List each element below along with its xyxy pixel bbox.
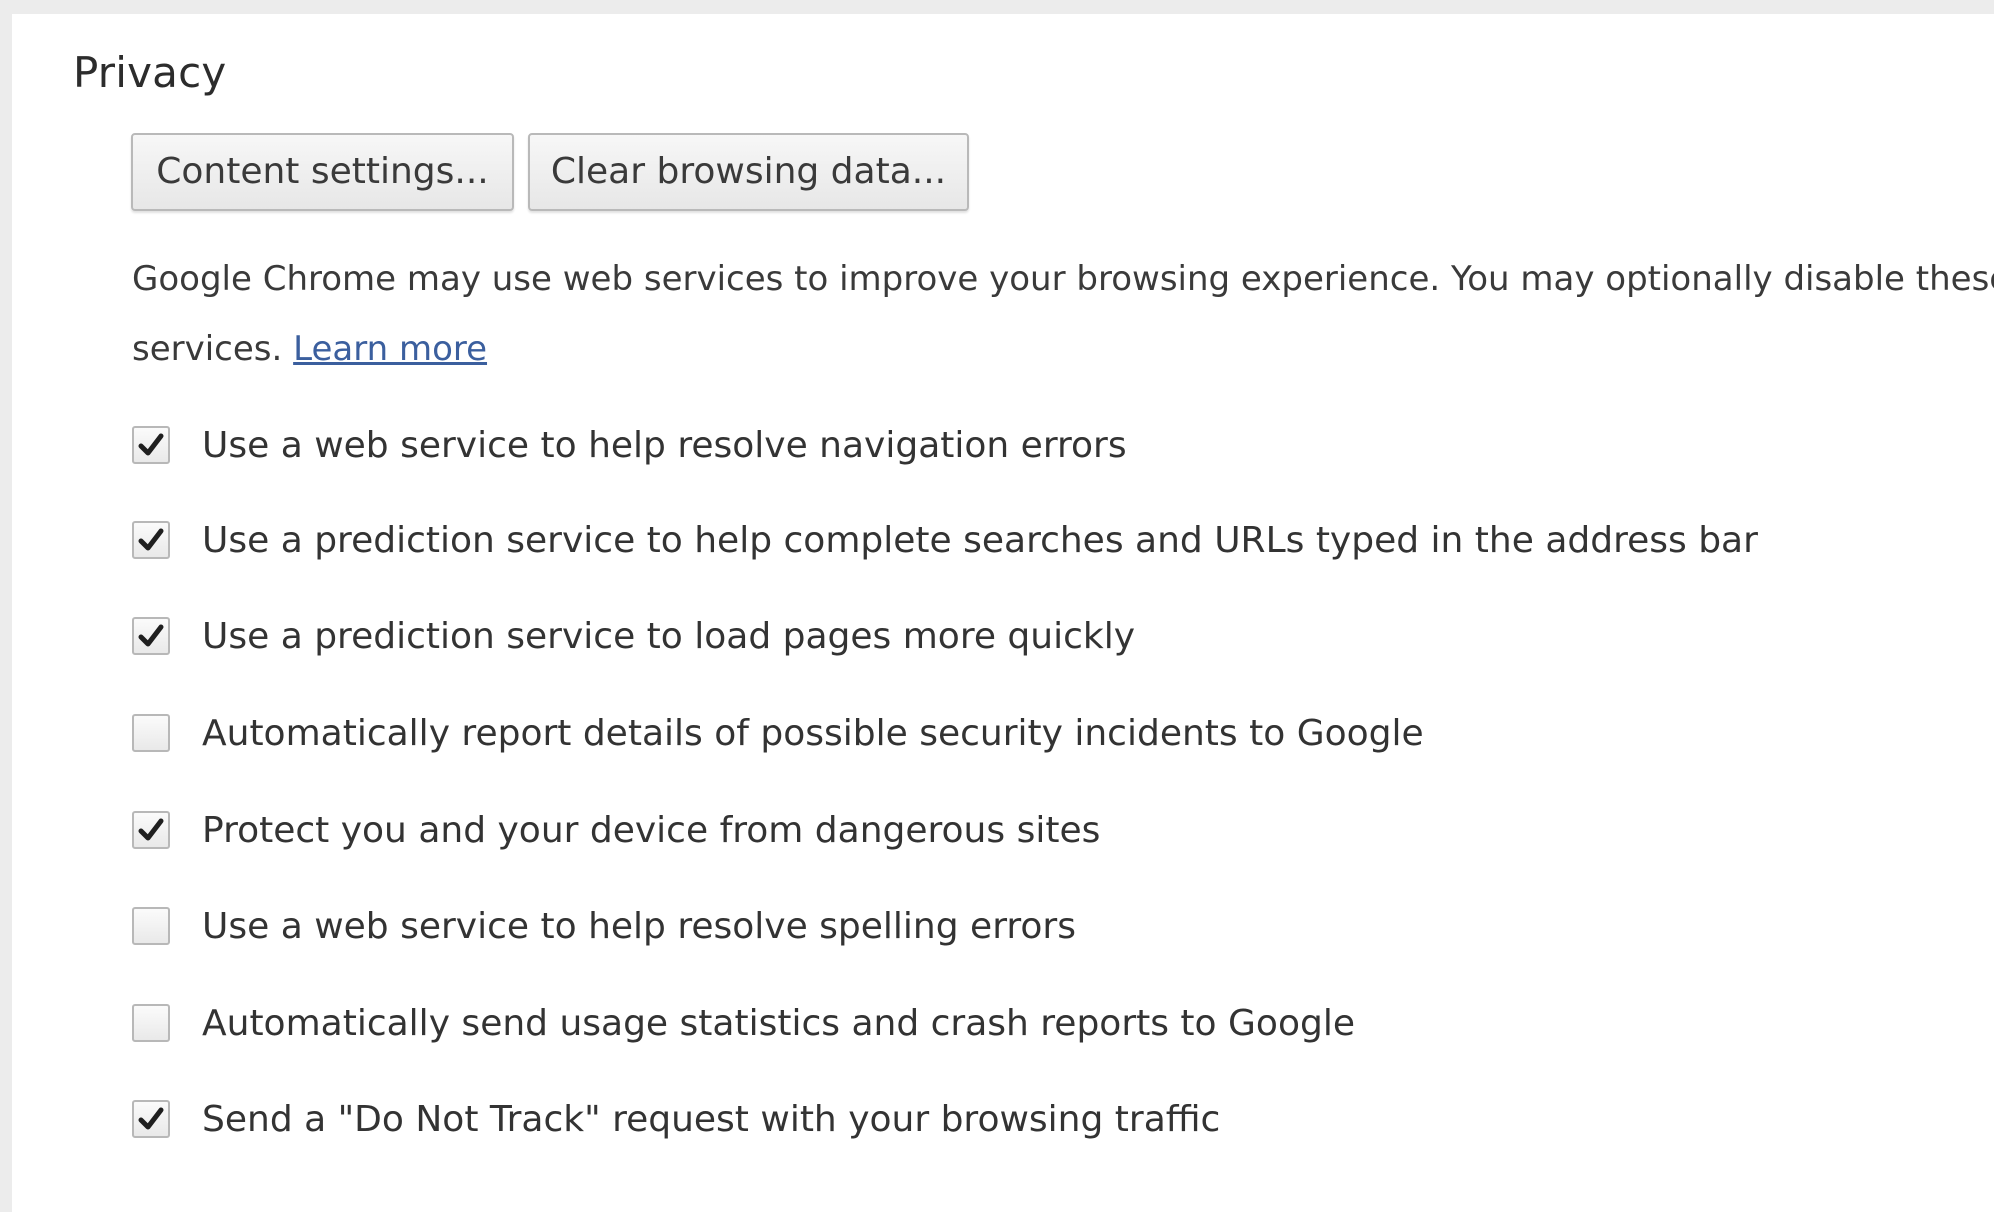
option-row[interactable]: Use a web service to help resolve naviga… — [132, 423, 1127, 467]
option-checkbox[interactable] — [132, 714, 170, 752]
option-label: Use a prediction service to load pages m… — [202, 615, 1136, 657]
option-label: Use a web service to help resolve spelli… — [202, 905, 1076, 947]
privacy-description-text-2: services. — [132, 329, 283, 369]
option-checkbox[interactable] — [132, 426, 170, 464]
privacy-description: Google Chrome may use web services to im… — [132, 244, 1994, 384]
checkmark-icon — [138, 624, 164, 647]
privacy-description-text: Google Chrome may use web services to im… — [132, 259, 1994, 299]
option-checkbox[interactable] — [132, 907, 170, 945]
option-row[interactable]: Automatically send usage statistics and … — [132, 1001, 1355, 1045]
option-row[interactable]: Use a prediction service to help complet… — [132, 518, 1758, 562]
option-checkbox[interactable] — [132, 1100, 170, 1138]
section-title-privacy: Privacy — [73, 48, 227, 97]
privacy-description-line2: services. Learn more — [132, 314, 1994, 384]
option-row[interactable]: Protect you and your device from dangero… — [132, 808, 1100, 852]
option-label: Automatically report details of possible… — [202, 712, 1424, 754]
option-checkbox[interactable] — [132, 617, 170, 655]
checkmark-icon — [138, 818, 164, 841]
option-label: Use a prediction service to help complet… — [202, 519, 1758, 561]
option-checkbox[interactable] — [132, 811, 170, 849]
checkmark-icon — [138, 433, 164, 456]
checkmark-icon — [138, 1107, 164, 1130]
option-row[interactable]: Automatically report details of possible… — [132, 711, 1424, 755]
option-row[interactable]: Send a "Do Not Track" request with your … — [132, 1097, 1220, 1141]
learn-more-link[interactable]: Learn more — [293, 329, 487, 369]
option-row[interactable]: Use a prediction service to load pages m… — [132, 614, 1135, 658]
option-checkbox[interactable] — [132, 1004, 170, 1042]
option-row[interactable]: Use a web service to help resolve spelli… — [132, 904, 1076, 948]
option-label: Use a web service to help resolve naviga… — [202, 424, 1127, 466]
option-label: Automatically send usage statistics and … — [202, 1002, 1355, 1044]
option-checkbox[interactable] — [132, 521, 170, 559]
checkmark-icon — [138, 528, 164, 551]
content-settings-button[interactable]: Content settings... — [131, 133, 514, 211]
option-label: Send a "Do Not Track" request with your … — [202, 1098, 1221, 1140]
clear-browsing-data-button[interactable]: Clear browsing data... — [528, 133, 969, 211]
option-label: Protect you and your device from dangero… — [202, 809, 1101, 851]
